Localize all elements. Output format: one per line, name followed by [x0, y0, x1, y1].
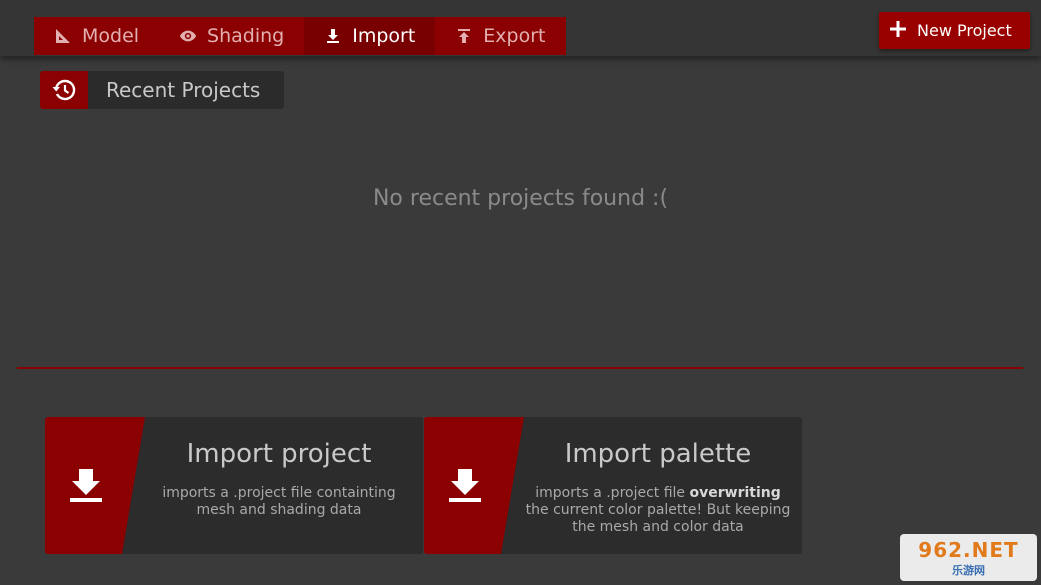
recent-projects-header: Recent Projects — [40, 71, 284, 109]
ruler-triangle-icon — [54, 27, 72, 45]
desc-part: imports a .project file — [535, 485, 690, 501]
watermark-line1: 962.NET — [918, 537, 1019, 562]
history-icon — [40, 71, 88, 109]
download-icon — [67, 465, 105, 505]
card-title: Import palette — [564, 439, 752, 469]
upload-icon — [455, 27, 473, 45]
plus-icon — [889, 20, 907, 42]
import-project-card[interactable]: Import project imports a .project file c… — [45, 417, 423, 554]
new-project-button[interactable]: New Project — [879, 12, 1030, 49]
top-bar: Model Shading Import Export New Project — [0, 0, 1041, 56]
tab-label: Model — [82, 25, 140, 47]
desc-part: the current color palette! But keeping t… — [525, 502, 791, 535]
tab-label: Import — [352, 25, 416, 47]
new-project-label: New Project — [917, 21, 1012, 40]
import-palette-card[interactable]: Import palette imports a .project file o… — [424, 417, 802, 554]
card-description: imports a .project file containting mesh… — [162, 485, 396, 518]
recent-projects-title: Recent Projects — [106, 78, 261, 102]
download-icon — [324, 27, 342, 45]
tab-model[interactable]: Model — [34, 17, 159, 55]
watermark-line2: 乐游网 — [952, 563, 985, 577]
tab-bar: Model Shading Import Export — [34, 17, 566, 55]
tab-shading[interactable]: Shading — [159, 17, 304, 55]
card-title: Import project — [186, 439, 372, 469]
eye-icon — [179, 27, 197, 45]
card-description: imports a .project file overwriting the … — [524, 485, 792, 536]
desc-emphasis: overwriting — [689, 485, 781, 501]
tab-import[interactable]: Import — [304, 17, 436, 55]
empty-recent-message: No recent projects found :( — [372, 186, 669, 211]
tab-export[interactable]: Export — [435, 17, 565, 55]
site-watermark: 962.NET 乐游网 — [900, 534, 1037, 581]
tab-label: Shading — [207, 25, 285, 47]
download-icon — [446, 465, 484, 505]
section-divider — [17, 367, 1023, 369]
tab-label: Export — [483, 25, 546, 47]
